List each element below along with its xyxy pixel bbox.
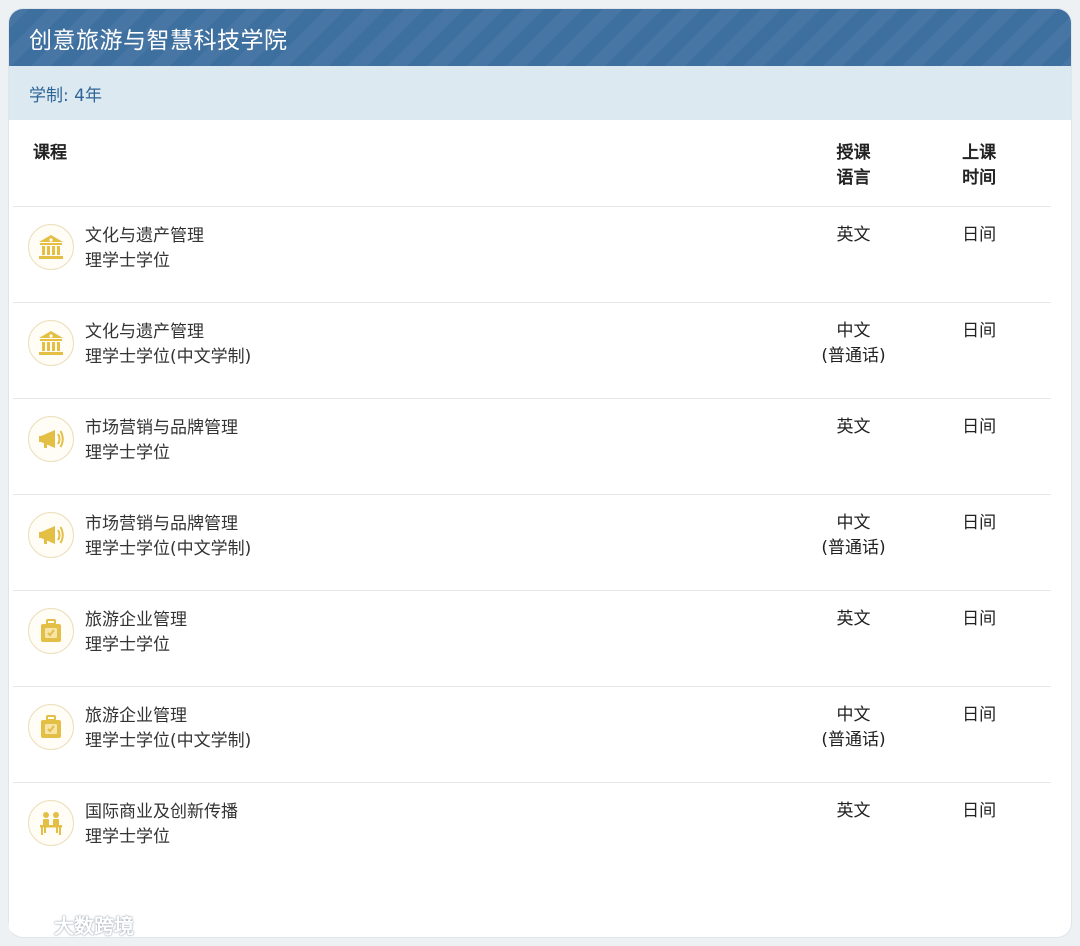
header-language: 授课 语言 [800, 120, 907, 206]
language-cell: 中文 (普通话) [800, 495, 907, 590]
course-degree: 理学士学位 [85, 251, 170, 271]
language-cell: 中文 (普通话) [800, 303, 907, 398]
language-line2: (普通话) [821, 538, 886, 558]
language-line1: 英文 [836, 417, 871, 437]
table-row[interactable]: 旅游企业管理 理学士学位 英文 日间 [13, 591, 1051, 687]
course-cell: 文化与遗产管理 理学士学位 [13, 207, 800, 302]
course-cell: 市场营销与品牌管理 理学士学位 [13, 399, 800, 494]
course-text: 旅游企业管理 理学士学位(中文学制) [85, 704, 251, 754]
course-table: 课程 授课 语言 上课 时间 文化与遗产管理 理学士学位 英文 日间 文化与遗产… [13, 120, 1051, 878]
language-cell: 英文 [800, 207, 907, 302]
language-cell: 英文 [800, 783, 907, 878]
course-text: 文化与遗产管理 理学士学位(中文学制) [85, 320, 251, 370]
megaphone-icon [28, 512, 74, 558]
language-cell: 英文 [800, 591, 907, 686]
museum-icon [28, 320, 74, 366]
course-cell: 旅游企业管理 理学士学位 [13, 591, 800, 686]
language-line2: (普通话) [821, 730, 886, 750]
language-line1: 英文 [836, 225, 871, 245]
table-row[interactable]: 市场营销与品牌管理 理学士学位 英文 日间 [13, 399, 1051, 495]
header-time-line1: 上课 [962, 143, 997, 163]
course-name: 国际商业及创新传播 [85, 802, 238, 822]
table-row[interactable]: 文化与遗产管理 理学士学位 英文 日间 [13, 207, 1051, 303]
course-text: 文化与遗产管理 理学士学位 [85, 224, 204, 274]
course-degree: 理学士学位 [85, 443, 170, 463]
header-time-line2: 时间 [962, 168, 997, 188]
course-cell: 文化与遗产管理 理学士学位(中文学制) [13, 303, 800, 398]
header-language-line1: 授课 [836, 143, 871, 163]
table-body: 文化与遗产管理 理学士学位 英文 日间 文化与遗产管理 理学士学位(中文学制) … [13, 207, 1051, 878]
time-cell: 日间 [962, 801, 997, 821]
course-degree: 理学士学位 [85, 635, 170, 655]
table-row[interactable]: 旅游企业管理 理学士学位(中文学制) 中文 (普通话) 日间 [13, 687, 1051, 783]
watermark-text: 大数跨境 [54, 914, 134, 938]
course-name: 市场营销与品牌管理 [85, 418, 238, 438]
course-name: 市场营销与品牌管理 [85, 514, 238, 534]
suitcase-icon [28, 704, 74, 750]
language-line1: 英文 [836, 609, 871, 629]
course-text: 市场营销与品牌管理 理学士学位(中文学制) [85, 512, 251, 562]
course-name: 文化与遗产管理 [85, 226, 204, 246]
course-text: 旅游企业管理 理学士学位 [85, 608, 187, 658]
time-cell: 日间 [962, 225, 997, 245]
table-row[interactable]: 市场营销与品牌管理 理学士学位(中文学制) 中文 (普通话) 日间 [13, 495, 1051, 591]
museum-icon [28, 224, 74, 270]
language-cell: 中文 (普通话) [800, 687, 907, 782]
course-cell: 旅游企业管理 理学士学位(中文学制) [13, 687, 800, 782]
course-degree: 理学士学位(中文学制) [85, 731, 252, 751]
time-cell: 日间 [962, 417, 997, 437]
language-line1: 中文 [836, 513, 871, 533]
business-people-icon [28, 800, 74, 846]
time-cell: 日间 [962, 513, 997, 533]
watermark: 大数跨境 [8, 910, 134, 939]
course-degree: 理学士学位(中文学制) [85, 347, 252, 367]
course-name: 文化与遗产管理 [85, 322, 204, 342]
time-cell: 日间 [962, 609, 997, 629]
course-degree: 理学士学位 [85, 827, 170, 847]
suitcase-icon [28, 608, 74, 654]
course-text: 国际商业及创新传播 理学士学位 [85, 800, 238, 850]
header-language-line2: 语言 [836, 168, 871, 188]
language-line2: (普通话) [821, 346, 886, 366]
language-line1: 英文 [836, 801, 871, 821]
course-name: 旅游企业管理 [85, 706, 187, 726]
course-name: 旅游企业管理 [85, 610, 187, 630]
table-row[interactable]: 国际商业及创新传播 理学士学位 英文 日间 [13, 783, 1051, 878]
duration-text: 学制: 4年 [29, 85, 102, 106]
time-cell: 日间 [962, 321, 997, 341]
school-title: 创意旅游与智慧科技学院 [29, 27, 288, 54]
table-row[interactable]: 文化与遗产管理 理学士学位(中文学制) 中文 (普通话) 日间 [13, 303, 1051, 399]
megaphone-icon [28, 416, 74, 462]
language-line1: 中文 [836, 321, 871, 341]
card-header: 创意旅游与智慧科技学院 [9, 9, 1071, 66]
time-cell: 日间 [962, 705, 997, 725]
header-time: 上课 时间 [907, 120, 1051, 206]
duration-bar: 学制: 4年 [9, 66, 1071, 120]
header-course: 课程 [33, 143, 67, 163]
language-cell: 英文 [800, 399, 907, 494]
course-cell: 市场营销与品牌管理 理学士学位(中文学制) [13, 495, 800, 590]
watermark-logo-icon [8, 915, 50, 934]
course-cell: 国际商业及创新传播 理学士学位 [13, 783, 800, 878]
language-line1: 中文 [836, 705, 871, 725]
course-text: 市场营销与品牌管理 理学士学位 [85, 416, 238, 466]
program-card: 创意旅游与智慧科技学院 学制: 4年 课程 授课 语言 上课 时间 文化与遗产管… [9, 9, 1071, 937]
course-degree: 理学士学位(中文学制) [85, 539, 252, 559]
table-header: 课程 授课 语言 上课 时间 [13, 120, 1051, 207]
